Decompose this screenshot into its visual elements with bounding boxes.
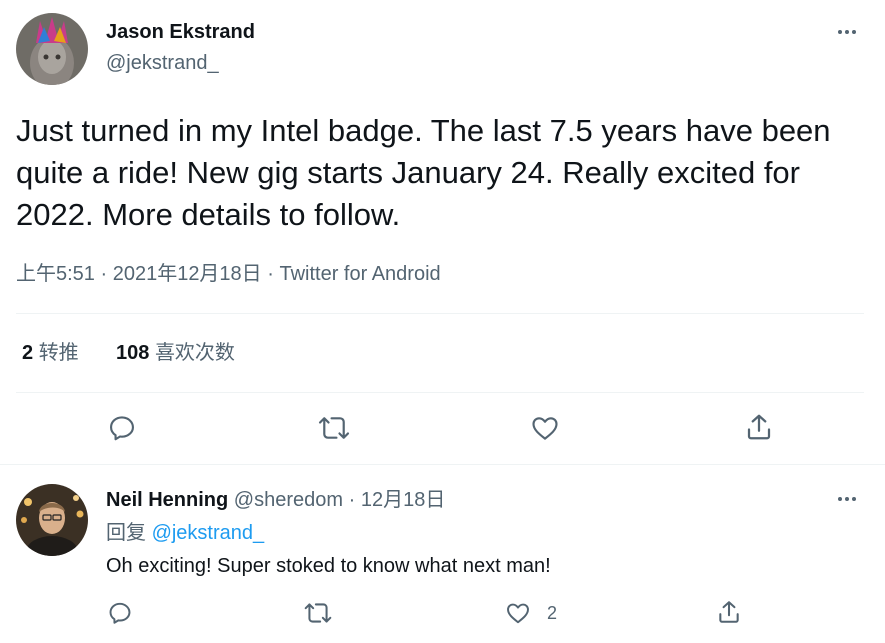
reply-like-count: 2 <box>547 603 558 623</box>
reply-icon <box>109 602 131 624</box>
replying-to-handle[interactable]: @jekstrand_ <box>152 522 265 544</box>
more-options-icon[interactable] <box>838 30 856 34</box>
reply-icon <box>110 416 134 441</box>
likes-stats[interactable]: 108 喜欢次数 <box>116 341 235 365</box>
like-icon <box>507 603 529 624</box>
share-button[interactable] <box>744 412 774 442</box>
likes-count: 108 <box>116 342 150 364</box>
retweet-icon <box>304 603 332 623</box>
reply-button[interactable] <box>107 413 137 443</box>
share-icon <box>719 601 739 623</box>
author-handle[interactable]: @jekstrand_ <box>106 51 219 75</box>
share-icon <box>747 414 771 440</box>
like-icon <box>532 417 558 440</box>
reply-like-button[interactable]: 2 <box>505 600 557 626</box>
retweet-button[interactable] <box>317 413 351 443</box>
tweet-timestamp[interactable]: 上午5:51 · 2021年12月18日 · Twitter for Andro… <box>16 262 441 286</box>
replying-to: 回复 @jekstrand_ <box>106 521 264 545</box>
retweets-label: 转推 <box>38 342 79 364</box>
reply-date[interactable]: 12月18日 <box>361 489 446 511</box>
reply-separator: · <box>348 489 356 511</box>
author-avatar[interactable] <box>16 13 88 85</box>
author-name[interactable]: Jason Ekstrand <box>106 20 255 44</box>
replying-to-label: 回复 <box>106 522 146 544</box>
reply-more-options-icon[interactable] <box>838 497 856 501</box>
like-button[interactable] <box>530 413 560 443</box>
retweets-count: 2 <box>22 342 34 364</box>
reply-text: Oh exciting! Super stoked to know what n… <box>106 555 551 577</box>
reply-author-name[interactable]: Neil Henning <box>106 489 228 511</box>
reply-retweet-button[interactable] <box>303 600 333 626</box>
reply-header: Neil Henning @sheredom · 12月18日 <box>106 488 445 512</box>
reply-author-avatar[interactable] <box>16 484 88 556</box>
reply-reply-button[interactable] <box>107 600 133 626</box>
likes-label: 喜欢次数 <box>154 342 235 364</box>
divider <box>16 392 864 393</box>
retweet-stats[interactable]: 2 转推 <box>22 341 79 365</box>
divider <box>16 313 864 314</box>
reply-author-handle[interactable]: @sheredom <box>234 489 343 511</box>
tweet-separator <box>0 464 885 465</box>
reply-share-button[interactable] <box>716 599 742 625</box>
tweet-text: Just turned in my Intel badge. The last … <box>16 113 831 232</box>
retweet-icon <box>318 417 350 439</box>
